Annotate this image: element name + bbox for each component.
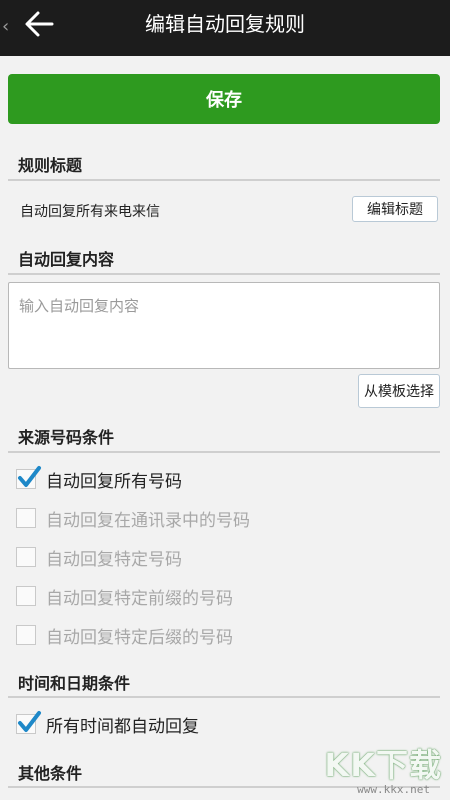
checkbox-prefix-numbers[interactable]: 自动回复特定前缀的号码 [16, 583, 233, 609]
checkbox-unchecked-icon[interactable] [16, 586, 36, 606]
edit-title-button[interactable]: 编辑标题 [352, 196, 438, 222]
rule-title-value: 自动回复所有来电来信 [20, 204, 160, 220]
checkbox-label: 所有时间都自动回复 [46, 716, 199, 737]
checkbox-all-times[interactable]: 所有时间都自动回复 [16, 711, 199, 737]
checkbox-unchecked-icon[interactable] [16, 547, 36, 567]
checkbox-label: 自动回复在通讯录中的号码 [46, 510, 250, 531]
divider [8, 273, 440, 275]
checkbox-all-numbers[interactable]: 自动回复所有号码 [16, 466, 182, 492]
checkbox-label: 自动回复特定号码 [46, 549, 182, 570]
watermark-logo: KK下载 www.kkx.net [322, 740, 442, 796]
checkbox-suffix-numbers[interactable]: 自动回复特定后缀的号码 [16, 622, 233, 648]
checkbox-label: 自动回复特定前缀的号码 [46, 588, 233, 609]
time-date-heading: 时间和日期条件 [18, 674, 131, 693]
save-button[interactable]: 保存 [8, 74, 440, 124]
checkbox-contacts-numbers[interactable]: 自动回复在通讯录中的号码 [16, 505, 250, 531]
reply-content-input[interactable]: 输入自动回复内容 [8, 282, 440, 369]
rule-title-heading: 规则标题 [18, 156, 83, 175]
watermark-url: www.kkx.net [357, 783, 430, 796]
divider [8, 179, 440, 181]
page-title: 编辑自动回复规则 [145, 12, 305, 36]
app-bar: ‹ 编辑自动回复规则 [0, 0, 450, 56]
checkbox-checked-icon[interactable] [16, 711, 41, 734]
choose-template-button[interactable]: 从模板选择 [358, 374, 440, 408]
checkbox-checked-icon[interactable] [16, 466, 41, 489]
checkbox-specific-numbers[interactable]: 自动回复特定号码 [16, 544, 182, 570]
reply-content-heading: 自动回复内容 [18, 250, 115, 269]
divider [8, 696, 440, 698]
checkbox-label: 自动回复所有号码 [46, 471, 182, 492]
other-conditions-heading: 其他条件 [18, 764, 83, 783]
divider [8, 451, 440, 453]
watermark-text: KK下载 [324, 746, 442, 784]
checkbox-label: 自动回复特定后缀的号码 [46, 627, 233, 648]
checkbox-unchecked-icon[interactable] [16, 625, 36, 645]
source-number-heading: 来源号码条件 [18, 428, 115, 447]
checkbox-unchecked-icon[interactable] [16, 508, 36, 528]
